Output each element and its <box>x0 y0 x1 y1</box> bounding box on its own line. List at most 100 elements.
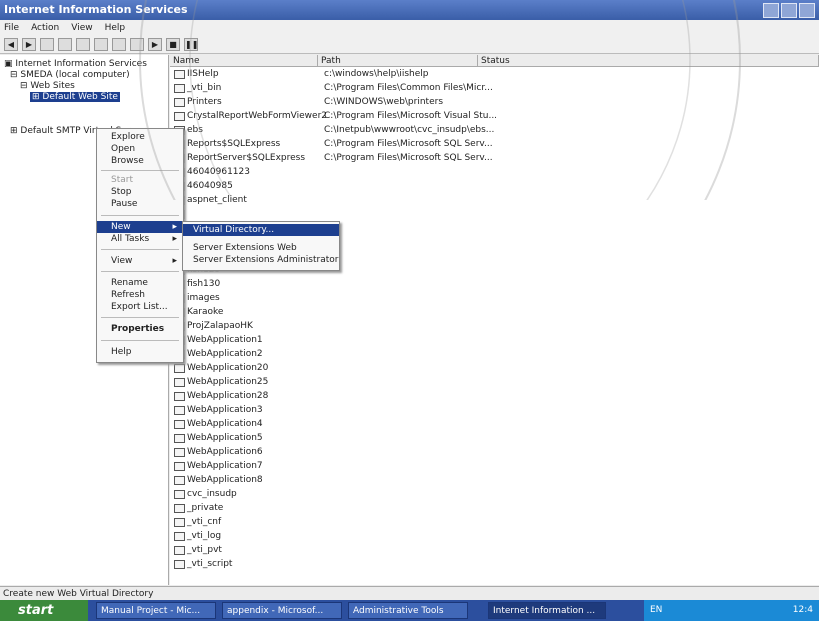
language-indicator[interactable]: EN <box>650 605 662 615</box>
list-item[interactable]: ebs C:\Inetpub\wwwroot\cvc_insudp\ebs... <box>170 125 819 136</box>
column-header-name[interactable]: Name <box>170 55 318 67</box>
list-item[interactable]: WebApplication28 <box>170 391 819 402</box>
list-item[interactable]: WebApplication5 <box>170 433 819 444</box>
list-item[interactable]: _vti_script <box>170 559 819 570</box>
folder-icon <box>174 378 185 387</box>
column-header-status[interactable]: Status <box>478 55 819 67</box>
list-item[interactable]: WebApplication7 <box>170 461 819 472</box>
taskbar-button-manual-project[interactable]: Manual Project - Mic... <box>96 602 216 619</box>
forward-icon[interactable]: ▶ <box>22 38 36 51</box>
list-item[interactable]: images <box>170 293 819 304</box>
list-item[interactable]: WebApplication1 <box>170 335 819 346</box>
submenu-item-virtual-directory[interactable]: Virtual Directory... <box>183 224 339 236</box>
menu-action[interactable]: Action <box>31 20 59 36</box>
folder-icon <box>174 406 185 415</box>
minimize-button[interactable] <box>763 3 779 18</box>
list-item[interactable]: _vti_log <box>170 531 819 542</box>
list-item[interactable]: WebApplication25 <box>170 377 819 388</box>
item-name: ProjZalapaoHK <box>187 321 253 331</box>
list-item[interactable]: cvc_insudp <box>170 489 819 500</box>
item-name: ReportServer$SQLExpress <box>187 153 306 163</box>
list-item[interactable] <box>170 209 819 220</box>
menu-view[interactable]: View <box>71 20 92 36</box>
taskbar-button-appendix[interactable]: appendix - Microsof... <box>222 602 342 619</box>
menu-item-properties[interactable]: Properties <box>97 323 183 335</box>
content-list: Name Path Status IISHelp c:\windows\help\… <box>170 55 819 585</box>
status-bar: Create new Web Virtual Directory <box>0 586 819 600</box>
menu-item-refresh[interactable]: Refresh <box>97 289 183 301</box>
window-title: Internet Information Services <box>4 3 188 16</box>
stop-icon[interactable]: ■ <box>166 38 180 51</box>
menu-item-browse[interactable]: Browse <box>97 155 183 167</box>
back-icon[interactable]: ◀ <box>4 38 18 51</box>
pause-icon[interactable]: ❚❚ <box>184 38 198 51</box>
menu-item-export-list[interactable]: Export List... <box>97 301 183 313</box>
folder-icon <box>174 112 185 121</box>
tree-web-sites[interactable]: ⊟ Web Sites <box>20 81 75 91</box>
show-tree-icon[interactable] <box>58 38 72 51</box>
list-item[interactable]: IISHelp c:\windows\help\iishelp <box>170 69 819 80</box>
column-header-path[interactable]: Path <box>318 55 478 67</box>
toolbar: ◀ ▶ ▶ ■ ❚❚ <box>0 36 819 54</box>
menu-item-new[interactable]: New ▸ <box>97 221 183 233</box>
submenu-item-server-extensions-admin[interactable]: Server Extensions Administrator <box>183 254 339 266</box>
menu-item-start: Start <box>111 175 133 185</box>
folder-icon <box>174 70 185 79</box>
tree-default-web-site[interactable]: ⊞ Default Web Site <box>30 92 120 102</box>
menu-file[interactable]: File <box>4 20 19 36</box>
menu-item-open[interactable]: Open <box>97 143 183 155</box>
list-item[interactable]: Printers C:\WINDOWS\web\printers <box>170 97 819 108</box>
item-name: _private <box>187 503 224 513</box>
list-item[interactable]: _private <box>170 503 819 514</box>
menu-help[interactable]: Help <box>105 20 126 36</box>
list-item[interactable]: ReportServer$SQLExpress C:\Program Files\… <box>170 153 819 164</box>
list-item[interactable]: 46040961123 <box>170 167 819 178</box>
item-name: Reports$SQLExpress <box>187 139 281 149</box>
submenu-arrow-icon: ▸ <box>172 256 177 266</box>
menu-item-stop[interactable]: Stop <box>97 186 183 198</box>
taskbar-button-admin-tools[interactable]: Administrative Tools <box>348 602 468 619</box>
list-item[interactable]: CrystalReportWebFormViewer2 C:\Program Fi… <box>170 111 819 122</box>
menu-item-help[interactable]: Help <box>97 346 183 358</box>
item-name: WebApplication4 <box>187 419 263 429</box>
list-item[interactable]: _vti_bin C:\Program Files\Common Files\Mi… <box>170 83 819 94</box>
export-icon[interactable] <box>112 38 126 51</box>
list-item[interactable]: _vti_cnf <box>170 517 819 528</box>
submenu-item-server-extensions-web[interactable]: Server Extensions Web <box>183 242 339 254</box>
list-item[interactable]: WebApplication4 <box>170 419 819 430</box>
properties-icon[interactable] <box>76 38 90 51</box>
refresh-icon[interactable] <box>94 38 108 51</box>
tree-computer[interactable]: ⊟ SMEDA (local computer) <box>10 70 130 80</box>
start-button[interactable]: start <box>0 600 88 621</box>
item-path: C:\Program Files\Microsoft SQL Serv... <box>324 153 493 163</box>
item-name: CrystalReportWebFormViewer2 <box>187 111 327 121</box>
list-item[interactable]: WebApplication3 <box>170 405 819 416</box>
help-icon[interactable] <box>130 38 144 51</box>
menu-item-rename[interactable]: Rename <box>97 277 183 289</box>
play-icon[interactable]: ▶ <box>148 38 162 51</box>
menu-item-pause[interactable]: Pause <box>97 198 183 210</box>
list-item[interactable]: ProjZalapaoHK <box>170 321 819 332</box>
menu-item-all-tasks[interactable]: All Tasks ▸ <box>97 233 183 245</box>
list-item[interactable]: WebApplication6 <box>170 447 819 458</box>
list-item[interactable]: Karaoke <box>170 307 819 318</box>
list-item[interactable]: WebApplication8 <box>170 475 819 486</box>
list-item[interactable]: fish130 <box>170 279 819 290</box>
item-name: 46040961123 <box>187 167 250 177</box>
item-name: WebApplication5 <box>187 433 263 443</box>
close-button[interactable] <box>799 3 815 18</box>
list-item[interactable]: aspnet_client <box>170 195 819 206</box>
menu-item-view[interactable]: View ▸ <box>97 255 183 267</box>
up-icon[interactable] <box>40 38 54 51</box>
item-name: WebApplication20 <box>187 363 269 373</box>
tree-root[interactable]: ▣ Internet Information Services <box>4 59 147 69</box>
maximize-button[interactable] <box>781 3 797 18</box>
list-item[interactable]: 46040985 <box>170 181 819 192</box>
menu-item-explore[interactable]: Explore <box>97 131 183 143</box>
list-item[interactable]: _vti_pvt <box>170 545 819 556</box>
list-item[interactable]: WebApplication20 <box>170 363 819 374</box>
item-path: C:\Inetpub\wwwroot\cvc_insudp\ebs... <box>324 125 495 135</box>
list-item[interactable]: Reports$SQLExpress C:\Program Files\Micro… <box>170 139 819 150</box>
taskbar-button-iis[interactable]: Internet Information ... <box>488 602 606 619</box>
list-item[interactable]: WebApplication2 <box>170 349 819 360</box>
